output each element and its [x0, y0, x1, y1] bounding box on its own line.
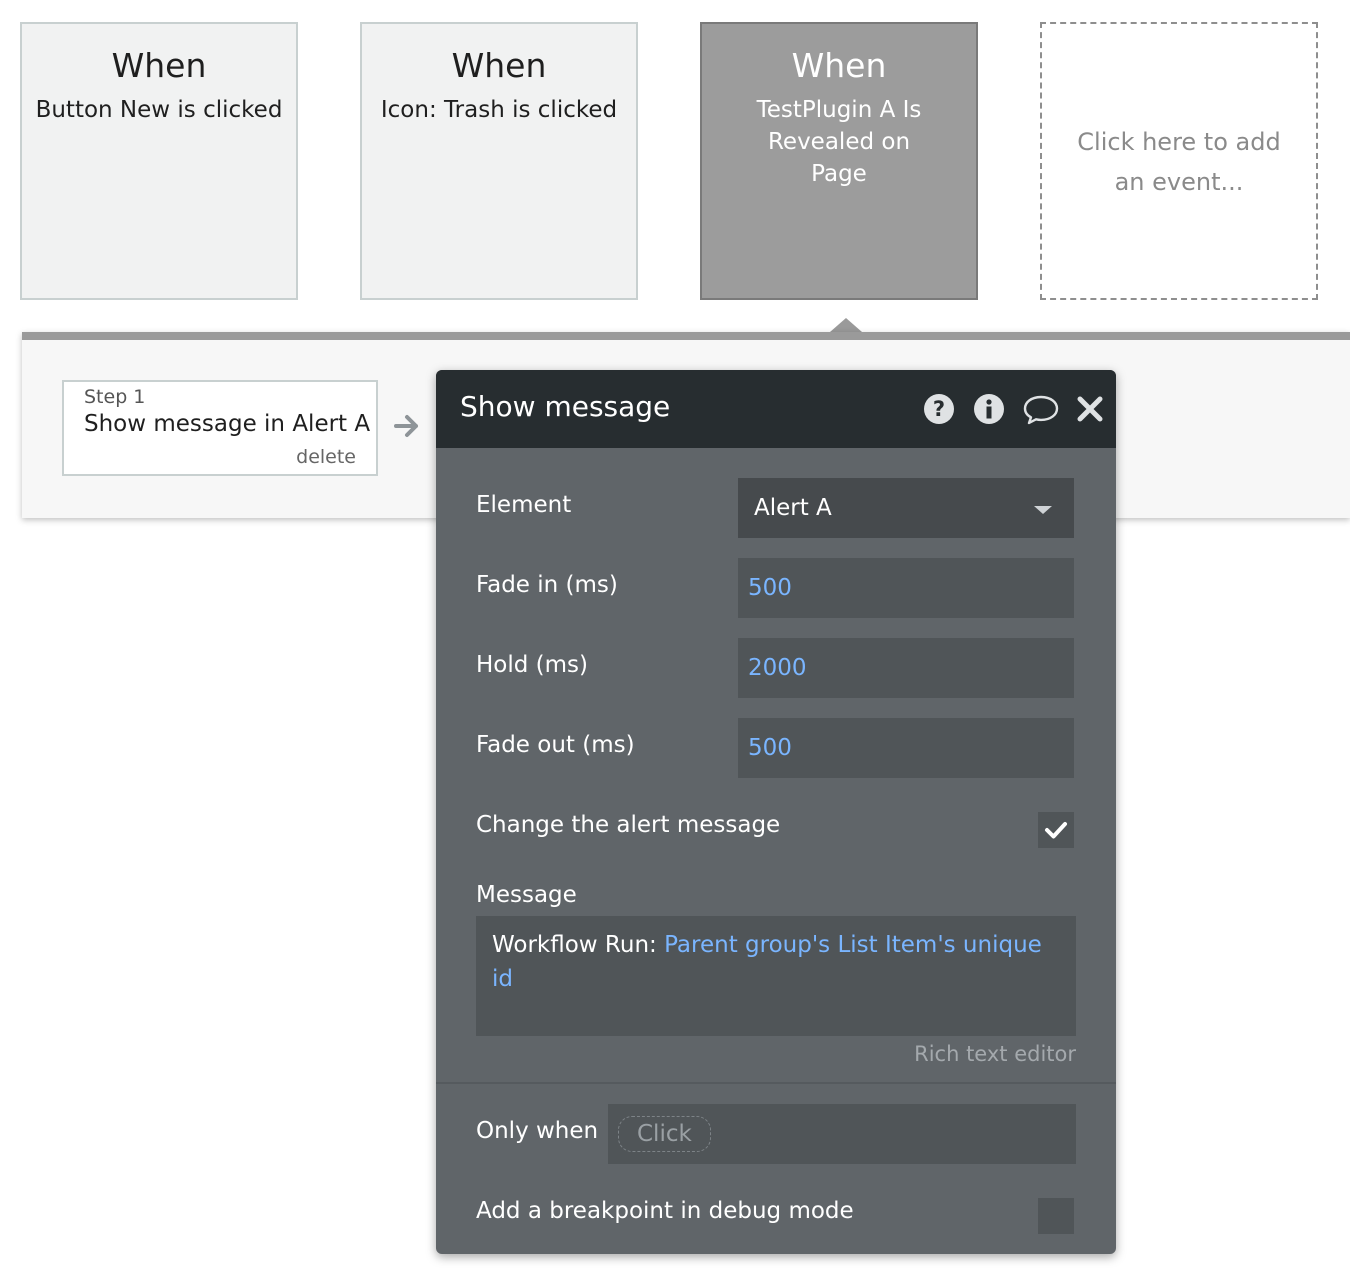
selected-event-pointer [830, 318, 862, 332]
event-description: Button New is clicked [35, 97, 283, 123]
arrow-right-icon [394, 415, 418, 437]
panel-divider [436, 1082, 1116, 1084]
only-when-label: Only when [476, 1118, 599, 1144]
event-when-label: When [111, 46, 207, 85]
hold-input[interactable]: 2000 [738, 638, 1074, 698]
breakpoint-label: Add a breakpoint in debug mode [476, 1198, 854, 1224]
event-description: TestPlugin A Is Revealed on Page [756, 97, 922, 187]
question-circle-icon[interactable]: ? [922, 392, 956, 426]
hold-label: Hold (ms) [476, 652, 589, 678]
fade-out-input[interactable]: 500 [738, 718, 1074, 778]
change-alert-checkbox[interactable] [1038, 812, 1074, 848]
change-alert-label: Change the alert message [476, 812, 781, 838]
workflow-step-1[interactable]: Step 1 Show message in Alert A delete [62, 380, 378, 476]
info-circle-icon[interactable] [972, 392, 1006, 426]
caret-down-icon [1034, 506, 1052, 514]
show-message-panel: Show message ? Element Alert A Fade in (… [436, 370, 1116, 1254]
message-label: Message [476, 882, 577, 908]
event-card-testplugin-revealed[interactable]: When TestPlugin A Is Revealed on Page [700, 22, 978, 300]
add-event-button[interactable]: Click here to add an event... [1040, 22, 1318, 300]
message-input[interactable]: Workflow Run: Parent group's List Item's… [476, 916, 1076, 1036]
speech-bubble-icon[interactable] [1022, 392, 1060, 426]
event-card-icon-trash[interactable]: When Icon: Trash is clicked [360, 22, 638, 300]
element-dropdown[interactable]: Alert A [738, 478, 1074, 538]
add-event-text: Click here to add an event... [1077, 128, 1281, 196]
step-number: Step 1 [84, 386, 146, 408]
event-card-button-new[interactable]: When Button New is clicked [20, 22, 298, 300]
message-static-text: Workflow Run: [492, 932, 665, 958]
panel-header: Show message ? [436, 370, 1116, 448]
element-value: Alert A [754, 495, 832, 521]
event-description: Icon: Trash is clicked [380, 97, 618, 123]
only-when-click-placeholder[interactable]: Click [618, 1116, 711, 1152]
panel-title: Show message [460, 390, 671, 423]
fade-out-label: Fade out (ms) [476, 732, 635, 758]
rich-text-editor-link[interactable]: Rich text editor [914, 1042, 1076, 1066]
step-title: Show message in Alert A [84, 411, 371, 437]
only-when-input[interactable]: Click [608, 1104, 1076, 1164]
step-delete-link[interactable]: delete [296, 446, 356, 468]
checkmark-icon [1045, 822, 1067, 839]
close-icon[interactable] [1076, 392, 1104, 426]
breakpoint-checkbox[interactable] [1038, 1198, 1074, 1234]
event-when-label: When [791, 46, 887, 85]
event-when-label: When [451, 46, 547, 85]
element-label: Element [476, 492, 572, 518]
fade-in-input[interactable]: 500 [738, 558, 1074, 618]
fade-in-label: Fade in (ms) [476, 572, 618, 598]
svg-text:?: ? [933, 397, 945, 421]
